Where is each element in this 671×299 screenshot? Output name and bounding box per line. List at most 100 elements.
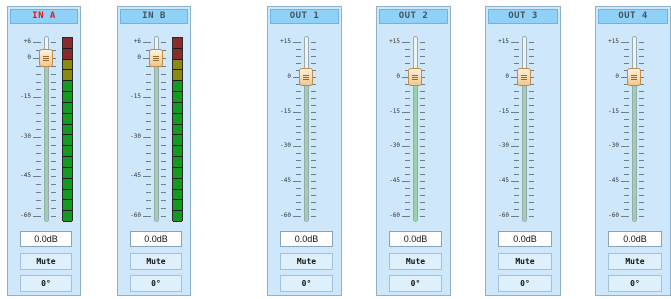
scale-tick [311,48,316,50]
scale-tick [639,202,644,204]
scale-tick [405,160,410,162]
scale-tick [146,160,151,162]
phase-button[interactable]: 0° [20,275,72,292]
scale-tick [36,144,41,146]
scale-label: -60 [498,212,509,219]
scale-tick [51,216,56,217]
scale-tick [161,121,166,123]
fader-track[interactable] [632,36,637,222]
scale-tick [420,125,425,127]
scale-tick [296,139,301,141]
scale-tick [311,174,316,176]
meter-segment [63,200,72,212]
scale-tick [639,139,644,141]
fader-track[interactable] [413,36,418,222]
scale-tick [639,209,644,211]
scale-tick [311,97,316,99]
meter-segment [63,167,72,179]
scale-tick [146,200,151,202]
scale-tick [296,167,301,169]
scale-label: -15 [498,107,509,115]
gain-display[interactable]: 0.0dB [608,231,662,247]
scale-label: 0 [287,72,291,80]
fader-track[interactable] [522,36,527,222]
scale-tick [405,104,410,106]
fader-track[interactable] [304,36,309,222]
fader-knob[interactable] [517,67,531,86]
knob-grip [412,74,418,76]
scale-tick [405,55,410,57]
meter-segment [173,102,182,114]
knob-grip [153,57,159,59]
fader-knob[interactable] [299,67,313,86]
scale-tick [514,132,519,134]
scale-tick [529,160,534,162]
channel-header[interactable]: OUT 3 [488,9,558,24]
level-meter [172,37,183,222]
scale-tick [639,111,644,113]
scale-tick [405,132,410,134]
scale-tick [529,97,534,99]
scale-tick [311,202,316,204]
scale-tick [161,208,166,210]
phase-button[interactable]: 0° [608,275,662,292]
scale-tick [161,192,166,194]
fader-knob[interactable] [627,67,641,86]
gain-display[interactable]: 0.0dB [389,231,442,247]
channel-header[interactable]: IN A [10,9,78,24]
phase-button[interactable]: 0° [498,275,552,292]
scale-tick [311,104,316,106]
scale-tick [624,139,629,141]
fader-knob[interactable] [149,48,163,67]
scale-tick [420,146,425,148]
mute-button[interactable]: Mute [608,253,662,270]
scale-tick [311,209,316,211]
channel-header[interactable]: OUT 2 [379,9,448,24]
mute-button[interactable]: Mute [280,253,333,270]
scale-tick [529,181,534,183]
gain-display[interactable]: 0.0dB [498,231,552,247]
scale-tick [420,111,425,113]
scale-tick [514,153,519,155]
gain-display[interactable]: 0.0dB [280,231,333,247]
fader-knob[interactable] [39,48,53,67]
scale-label: -15 [608,107,619,115]
scale-tick [639,181,644,183]
phase-button[interactable]: 0° [130,275,182,292]
scale-tick [51,168,56,170]
scale-tick [161,136,166,138]
scale-major-tick [143,42,151,43]
scale-tick [529,216,534,217]
mute-button[interactable]: Mute [20,253,72,270]
scale-tick [639,132,644,134]
gain-display[interactable]: 0.0dB [20,231,72,247]
scale-tick [311,139,316,141]
scale-label: -15 [130,93,141,101]
channel-header[interactable]: IN B [120,9,188,24]
scale-tick [529,188,534,190]
scale-tick [51,81,56,83]
scale-tick [514,209,519,211]
scale-tick [161,168,166,170]
scale-tick [514,104,519,106]
meter-segment [173,135,182,147]
level-meter [62,37,73,222]
phase-button[interactable]: 0° [389,275,442,292]
fader-knob[interactable] [408,67,422,86]
phase-button[interactable]: 0° [280,275,333,292]
scale-tick [296,104,301,106]
knob-grip [631,74,637,76]
mute-button[interactable]: Mute [130,253,182,270]
scale-label: -45 [608,177,619,185]
channel-header[interactable]: OUT 1 [270,9,339,24]
mute-button[interactable]: Mute [498,253,552,270]
scale-tick [296,132,301,134]
scale-tick [161,216,166,217]
scale-tick [639,195,644,197]
mute-button[interactable]: Mute [389,253,442,270]
scale-label: -45 [20,172,31,180]
gain-display[interactable]: 0.0dB [130,231,182,247]
scale-tick [639,48,644,50]
channel-header[interactable]: OUT 4 [598,9,668,24]
channel-strip-3: OUT 1 +15 0 -15 -30 -45 -60 0.0dB Mute 0° [267,6,342,296]
